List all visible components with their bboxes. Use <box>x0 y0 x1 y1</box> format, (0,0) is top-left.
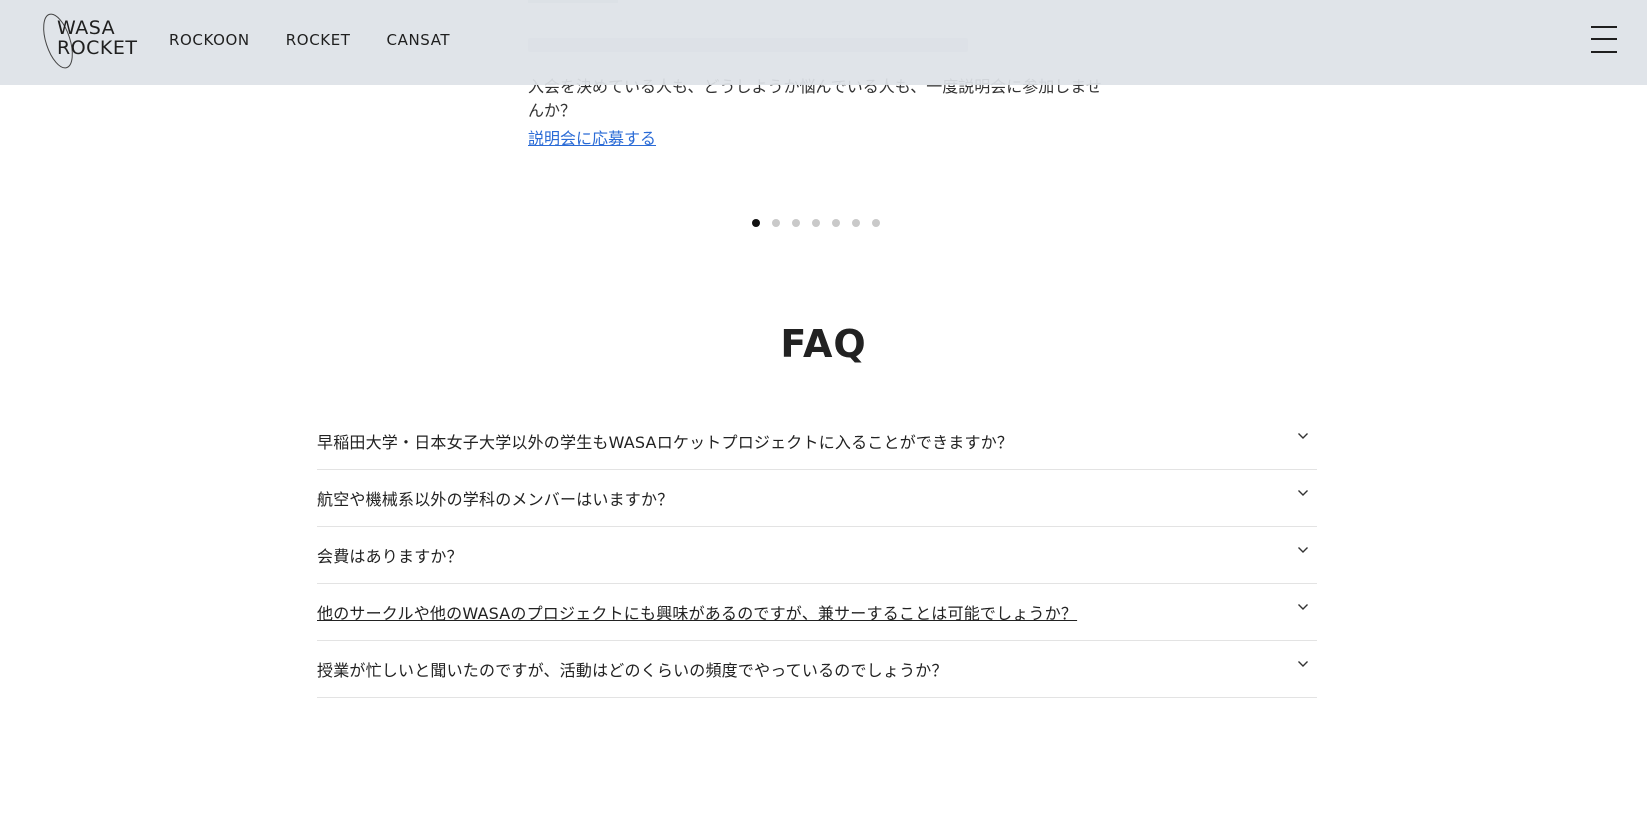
carousel-dot[interactable] <box>852 219 860 227</box>
faq-question: 他のサークルや他のWASAのプロジェクトにも興味があるのですが、兼サーすることは… <box>317 604 1078 623</box>
faq-item[interactable]: 会費はありますか？ <box>317 527 1317 584</box>
intro-line-2: んか？ <box>528 101 577 120</box>
faq-question: 航空や機械系以外の学科のメンバーはいますか？ <box>317 490 674 509</box>
faq-item[interactable]: 授業が忙しいと聞いたのですが、活動はどのくらいの頻度でやっているのでしょうか？ <box>317 641 1317 698</box>
carousel-dot[interactable] <box>772 219 780 227</box>
chevron-down-icon <box>1298 604 1308 610</box>
faq-item[interactable]: 航空や機械系以外の学科のメンバーはいますか？ <box>317 470 1317 527</box>
nav-rockoon[interactable]: ROCKOON <box>169 31 250 49</box>
carousel-dot[interactable] <box>792 219 800 227</box>
page: WASA ROCKET ROCKOON ROCKET CANSAT 入会を決めて… <box>0 0 1647 825</box>
faq-question: 会費はありますか？ <box>317 547 463 566</box>
carousel-dots <box>752 219 880 227</box>
faq-title: FAQ <box>780 322 867 366</box>
carousel-dot[interactable] <box>872 219 880 227</box>
carousel-dot[interactable] <box>812 219 820 227</box>
chevron-down-icon <box>1298 433 1308 439</box>
hamburger-bar <box>1591 51 1617 53</box>
faq-list: 早稲田大学・日本女子大学以外の学生もWASAロケットプロジェクトに入ることができ… <box>317 413 1317 698</box>
chevron-down-icon <box>1298 490 1308 496</box>
nav-rocket[interactable]: ROCKET <box>286 31 351 49</box>
faq-item[interactable]: 他のサークルや他のWASAのプロジェクトにも興味があるのですが、兼サーすることは… <box>317 584 1317 641</box>
carousel-dot[interactable] <box>752 219 760 227</box>
chevron-down-icon <box>1298 661 1308 667</box>
nav-cansat[interactable]: CANSAT <box>387 31 451 49</box>
logo-text-rocket: ROCKET <box>57 37 138 59</box>
logo[interactable]: WASA ROCKET <box>36 12 138 70</box>
chevron-down-icon <box>1298 547 1308 553</box>
faq-item[interactable]: 早稲田大学・日本女子大学以外の学生もWASAロケットプロジェクトに入ることができ… <box>317 413 1317 470</box>
main-nav: ROCKOON ROCKET CANSAT <box>169 31 450 49</box>
hamburger-icon[interactable] <box>1591 26 1617 54</box>
apply-briefing-link[interactable]: 説明会に応募する <box>528 125 656 149</box>
site-header: WASA ROCKET ROCKOON ROCKET CANSAT <box>0 0 1647 85</box>
faq-question: 早稲田大学・日本女子大学以外の学生もWASAロケットプロジェクトに入ることができ… <box>317 433 1014 452</box>
hamburger-bar <box>1591 38 1617 40</box>
faq-question: 授業が忙しいと聞いたのですが、活動はどのくらいの頻度でやっているのでしょうか？ <box>317 661 948 680</box>
hamburger-bar <box>1591 26 1617 28</box>
logo-text-wasa: WASA <box>57 17 116 39</box>
carousel-dot[interactable] <box>832 219 840 227</box>
